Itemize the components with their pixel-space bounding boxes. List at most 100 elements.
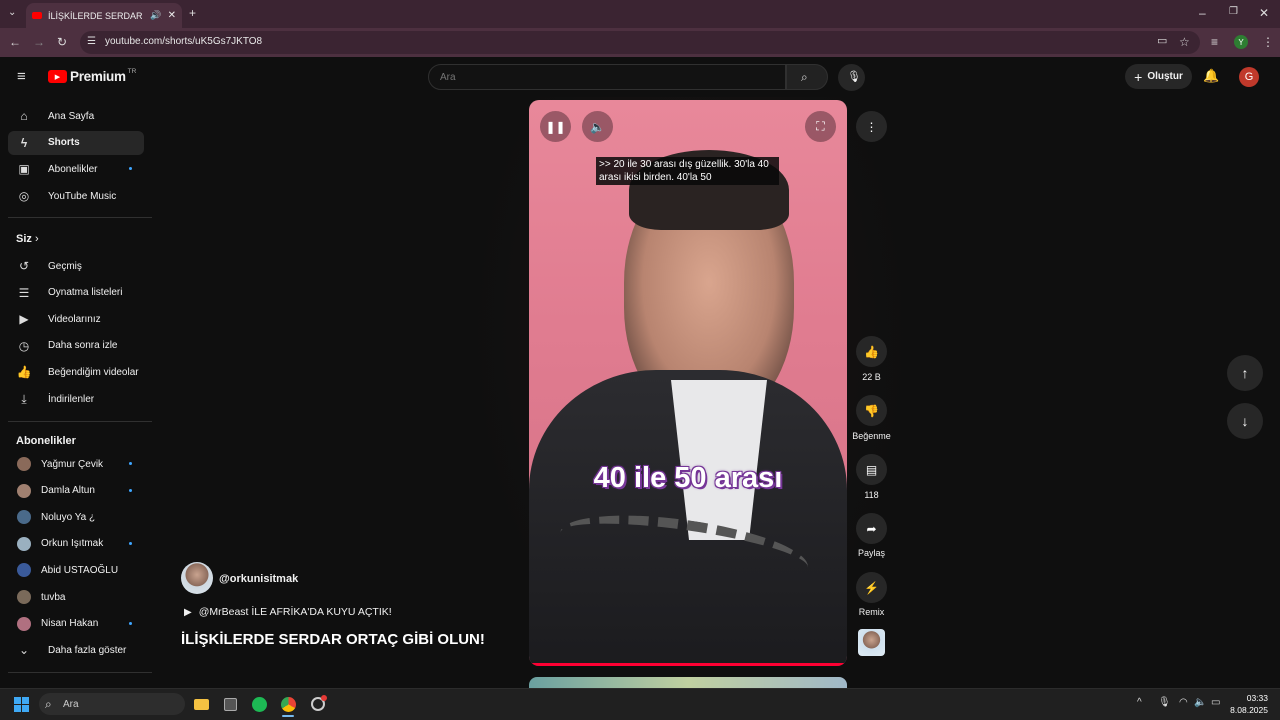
thumbs-up-icon: 👍 <box>864 344 879 359</box>
tab-close-icon[interactable]: ✕ <box>168 10 176 21</box>
comments-button[interactable]: ▤ <box>856 454 887 485</box>
dislike-button[interactable]: 👎 <box>856 395 887 426</box>
tab-list-icon[interactable]: ⌄ <box>8 8 16 18</box>
bookmark-star-icon[interactable]: ☆ <box>1179 36 1190 48</box>
previous-short-button[interactable]: ↑ <box>1227 355 1263 391</box>
youtube-favicon-icon <box>32 12 42 19</box>
forward-icon[interactable]: → <box>33 36 45 48</box>
taskbar-search[interactable] <box>39 693 185 715</box>
sidebar-item-label: Noluyo Ya ¿ <box>41 511 96 523</box>
profile-avatar[interactable]: Y <box>1234 35 1248 49</box>
sidebar-item-main-0[interactable]: ⌂ Ana Sayfa <box>8 104 144 128</box>
sidebar-item-sub-2[interactable]: Noluyo Ya ¿ <box>8 505 144 529</box>
new-content-dot <box>129 541 132 545</box>
download-icon: ⤓ <box>21 391 27 406</box>
sidebar-item-sub-1[interactable]: Damla Altun <box>8 479 144 503</box>
sidebar-item-you-1[interactable]: ☰ Oynatma listeleri <box>8 281 144 305</box>
playlist-icon: ☰ <box>18 285 30 300</box>
minimize-icon[interactable]: – <box>1199 7 1206 19</box>
sidebar-item-label: Geçmiş <box>48 260 82 272</box>
file-explorer-icon[interactable] <box>192 695 210 713</box>
sidebar-item-sub-0[interactable]: Yağmur Çevik <box>8 452 144 476</box>
share-button[interactable]: ➦ <box>856 513 887 544</box>
url-text[interactable]: youtube.com/shorts/uK5Gs7JKTO8 <box>105 36 262 47</box>
next-short-button[interactable]: ↓ <box>1227 403 1263 439</box>
new-tab-icon[interactable]: + <box>189 7 196 19</box>
video-description[interactable]: ▶ @MrBeast İLE AFRİKA'DA KUYU AÇTIK! <box>184 606 392 618</box>
reading-list-icon[interactable]: ≡ <box>1211 36 1218 48</box>
sidebar-divider <box>8 672 152 673</box>
more-options-button[interactable]: ⋮ <box>856 111 887 142</box>
speaker-icon[interactable]: 🔈 <box>1194 698 1206 708</box>
you-section-heading[interactable]: Siz › <box>16 233 39 245</box>
sidebar-item-sub-6[interactable]: Nisan Hakan <box>8 612 144 636</box>
new-content-dot <box>129 621 132 625</box>
site-info-icon[interactable]: ☰ <box>87 37 96 47</box>
tray-overflow-icon[interactable]: ^ <box>1137 698 1142 708</box>
fullscreen-button[interactable]: ⛶ <box>805 111 836 142</box>
clock-date[interactable]: 8.08.2025 <box>1228 705 1268 715</box>
create-button[interactable]: + Oluştur <box>1125 64 1192 89</box>
channel-avatar[interactable] <box>181 562 213 594</box>
battery-icon[interactable]: ▭ <box>1211 698 1220 708</box>
sidebar-item-label: Shorts <box>48 137 80 149</box>
close-window-icon[interactable]: ✕ <box>1259 7 1269 19</box>
windows-start-icon[interactable] <box>12 695 30 713</box>
description-text: @MrBeast İLE AFRİKA'DA KUYU AÇTIK! <box>198 606 392 618</box>
youtube-play-logo-icon: ▶ <box>48 70 67 83</box>
sidebar-item-you-4[interactable]: 👍 Beğendiğim videolar <box>8 360 144 384</box>
reload-icon[interactable]: ↻ <box>57 36 67 48</box>
sound-thumbnail[interactable] <box>858 629 885 656</box>
spotify-icon[interactable] <box>250 695 268 713</box>
browser-tab[interactable]: İLİŞKİLERDE SERDAR ORTAÇ 🔊 ✕ <box>26 3 182 28</box>
remix-button[interactable]: ⚡ <box>856 572 887 603</box>
channel-avatar-icon <box>17 563 31 578</box>
logo-text: Premium <box>70 69 126 84</box>
sidebar-divider <box>8 421 152 422</box>
taskbar-search-text: Ara <box>63 699 79 710</box>
search-input[interactable] <box>440 70 770 84</box>
sidebar-item-you-5[interactable]: ⤓ İndirilenler <box>8 387 144 411</box>
browser-menu-icon[interactable]: ⋮ <box>1262 36 1274 48</box>
sidebar-item-sub-5[interactable]: tuvba <box>8 585 144 609</box>
hamburger-menu-icon[interactable]: ≡ <box>17 69 26 84</box>
pause-button[interactable]: ❚❚ <box>540 111 571 142</box>
like-button[interactable]: 👍 <box>856 336 887 367</box>
arrow-down-icon: ↓ <box>1241 413 1249 429</box>
voice-search-button[interactable]: 🎙 <box>838 64 865 91</box>
account-avatar[interactable]: G <box>1239 67 1259 87</box>
comment-icon: ▤ <box>865 462 878 477</box>
notifications-bell-icon[interactable]: 🔔 <box>1203 69 1219 82</box>
sidebar-item-main-2[interactable]: ▣ Abonelikler <box>8 157 144 181</box>
store-icon[interactable] <box>221 695 239 713</box>
home-icon: ⌂ <box>20 109 28 123</box>
sidebar-item-label: Nisan Hakan <box>41 618 99 630</box>
video-progress-bar[interactable] <box>529 663 847 666</box>
sidebar-item-sub-3[interactable]: Orkun Işıtmak <box>8 532 144 556</box>
sidebar-item-main-3[interactable]: ◎ YouTube Music <box>8 184 144 208</box>
sidebar-item-main-1[interactable]: ϟ Shorts <box>8 130 144 155</box>
sidebar-item-you-3[interactable]: ◷ Daha sonra izle <box>8 334 144 358</box>
channel-handle[interactable]: @orkunisitmak <box>219 573 298 585</box>
sidebar-item-sub-4[interactable]: Abid USTAOĞLU <box>8 558 144 582</box>
short-video-player[interactable]: >> 20 ile 30 arası dış güzellik. 30'la 4… <box>529 100 847 666</box>
tab-audio-icon[interactable]: 🔊 <box>150 10 161 21</box>
sidebar-item-label: tuvba <box>41 591 66 603</box>
volume-button[interactable]: 🔈 <box>582 111 613 142</box>
show-more-button[interactable]: ⌄ Daha fazla göster <box>8 638 144 662</box>
cast-icon[interactable]: ▭ <box>1157 36 1167 47</box>
clock-time[interactable]: 03:33 <box>1243 693 1268 703</box>
sidebar-item-you-0[interactable]: ↺ Geçmiş <box>8 254 144 278</box>
wifi-icon[interactable]: ◠ <box>1179 698 1188 708</box>
search-button[interactable]: ⌕ <box>786 64 828 90</box>
chrome-icon[interactable] <box>279 695 297 713</box>
plus-icon: + <box>1134 68 1143 85</box>
pause-icon: ❚❚ <box>545 119 566 134</box>
sidebar-item-you-2[interactable]: ▶ Videolarınız <box>8 307 144 331</box>
youtube-logo[interactable]: ▶ Premium TR <box>48 68 136 84</box>
tray-mic-icon[interactable]: 🎙 <box>1158 698 1171 708</box>
restore-icon[interactable]: ❐ <box>1229 7 1238 17</box>
search-icon: ⌕ <box>801 70 808 84</box>
back-icon[interactable]: ← <box>9 36 21 48</box>
microphone-icon: 🎙 <box>847 71 861 83</box>
